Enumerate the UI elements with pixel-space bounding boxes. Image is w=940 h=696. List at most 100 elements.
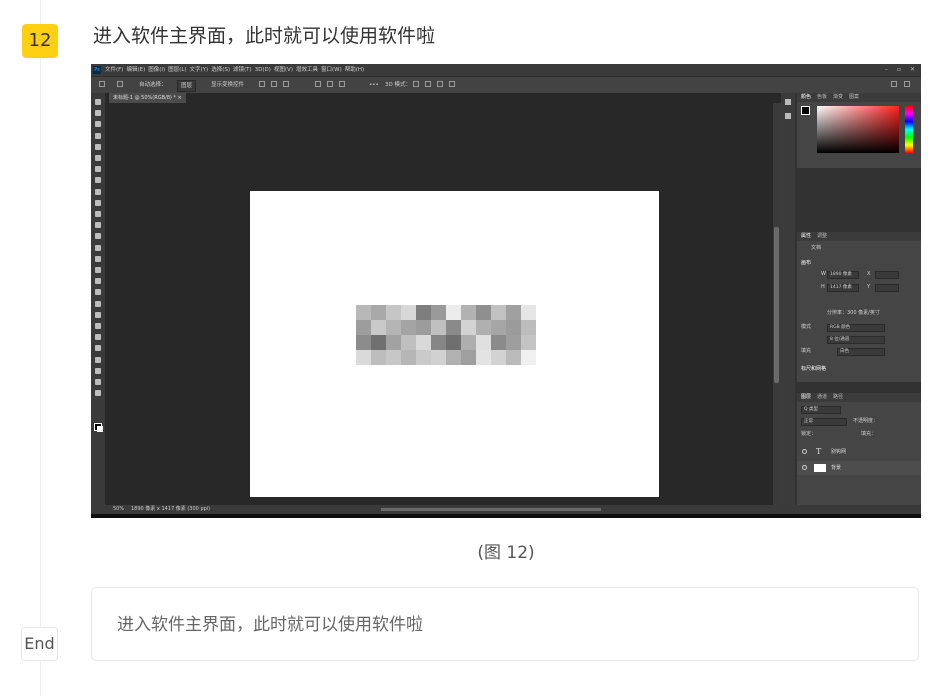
home-icon[interactable] (99, 81, 105, 87)
tool-icon[interactable] (95, 255, 101, 262)
tool-icon[interactable] (95, 121, 101, 128)
mosaic-tile (356, 350, 371, 365)
tool-icon[interactable] (95, 367, 101, 374)
vertical-scroll-thumb[interactable] (774, 227, 779, 383)
panel-tab[interactable]: 通道 (817, 393, 827, 402)
vertical-scrollbar[interactable] (773, 103, 781, 505)
width-field[interactable]: 1890 像素 (827, 271, 859, 279)
menu-item[interactable]: 文件(F) (105, 65, 123, 75)
panel-tab[interactable]: 渐变 (833, 93, 843, 102)
tool-icon[interactable] (95, 267, 101, 273)
panel-tab[interactable]: 颜色 (801, 93, 811, 102)
more-options-icon[interactable]: ••• (369, 80, 379, 90)
menu-item[interactable]: 增效工具 (296, 65, 318, 75)
3d-pan-icon[interactable] (437, 81, 443, 87)
3d-roll-icon[interactable] (425, 81, 431, 87)
mode-dropdown[interactable]: RGB 颜色 (827, 324, 885, 332)
menu-item[interactable]: 图像(I) (148, 65, 165, 75)
move-tool-icon[interactable] (117, 81, 123, 87)
tool-icon[interactable] (95, 379, 101, 385)
tool-icon[interactable] (95, 132, 101, 139)
layer-row-text[interactable]: T 别钩网 (797, 445, 921, 459)
tool-icon[interactable] (95, 177, 101, 184)
menu-item[interactable]: 视图(V) (274, 65, 293, 75)
tool-icon[interactable] (95, 345, 101, 352)
ps-status-bar: 50% 1890 像素 x 1417 像素 (300 ppi) (91, 505, 921, 514)
menu-item[interactable]: 编辑(E) (126, 65, 145, 75)
menu-item[interactable]: 文字(Y) (190, 65, 209, 75)
tool-icon[interactable] (95, 323, 101, 329)
workspace-icon[interactable] (904, 81, 910, 87)
align-middle-icon[interactable] (327, 81, 333, 87)
panel-tab[interactable]: 色板 (817, 93, 827, 102)
mosaic-tile (461, 335, 476, 350)
rulers-section-label[interactable]: 标尺和网格 (801, 366, 826, 373)
menu-item[interactable]: 图层(L) (168, 65, 186, 75)
tool-icon[interactable] (95, 110, 101, 117)
mosaic-tile (476, 350, 491, 365)
tool-icon[interactable] (95, 233, 101, 240)
background-swatch-icon[interactable] (97, 426, 103, 432)
menu-item[interactable]: 窗口(W) (321, 65, 342, 75)
panel-tab[interactable]: 图层 (801, 393, 811, 402)
tool-icon[interactable] (95, 166, 101, 173)
history-icon[interactable] (785, 99, 791, 105)
panel-tab[interactable]: 属性 (801, 232, 811, 241)
tool-icon[interactable] (95, 155, 101, 161)
align-top-icon[interactable] (315, 81, 321, 87)
tool-icon[interactable] (95, 211, 101, 217)
zoom-level[interactable]: 50% (113, 505, 124, 514)
hue-slider[interactable] (905, 106, 913, 153)
horizontal-scroll-thumb[interactable] (381, 508, 601, 511)
layer-filter-dropdown[interactable]: Q 类型 (801, 406, 841, 414)
tool-icon[interactable] (95, 278, 101, 285)
panel-tab[interactable]: 路径 (833, 393, 843, 402)
tool-icon[interactable] (95, 199, 101, 206)
tool-icon[interactable] (95, 300, 101, 307)
blend-mode-dropdown[interactable]: 正常 (801, 418, 847, 426)
align-left-icon[interactable] (259, 81, 265, 87)
tool-icon[interactable] (95, 334, 101, 341)
visibility-eye-icon[interactable] (802, 449, 807, 454)
search-icon[interactable] (891, 81, 897, 87)
align-right-icon[interactable] (283, 81, 289, 87)
menu-item[interactable]: 滤镜(T) (233, 65, 252, 75)
menu-item[interactable]: 选择(S) (211, 65, 230, 75)
auto-select-dropdown[interactable]: 图层 (177, 80, 197, 92)
maximize-icon[interactable]: ▫ (897, 65, 901, 75)
minimize-icon[interactable]: – (885, 65, 888, 75)
tool-icon[interactable] (95, 390, 101, 397)
y-field[interactable] (875, 284, 899, 292)
bit-depth-dropdown[interactable]: 8 位/通道 (827, 336, 885, 344)
document-canvas[interactable] (250, 191, 659, 497)
tool-icon[interactable] (95, 311, 101, 318)
panel-tab[interactable]: 调整 (817, 232, 827, 241)
align-bottom-icon[interactable] (339, 81, 345, 87)
3d-orbit-icon[interactable] (413, 81, 419, 87)
layer-row-background[interactable]: 背景 (797, 461, 921, 475)
tool-icon[interactable] (95, 289, 101, 296)
align-center-icon[interactable] (271, 81, 277, 87)
tool-icon[interactable] (95, 244, 101, 251)
3d-slide-icon[interactable] (449, 81, 455, 87)
menu-item[interactable]: 3D(D) (255, 65, 271, 75)
comment-icon[interactable] (785, 113, 791, 119)
visibility-eye-icon[interactable] (802, 465, 807, 470)
tool-icon[interactable] (95, 188, 101, 195)
panel-tab[interactable]: 图案 (849, 93, 859, 102)
menu-item[interactable]: 帮助(H) (345, 65, 364, 75)
document-tab[interactable]: 未标题-1 @ 50%(RGB/8) * × (109, 93, 186, 103)
tool-icon[interactable] (95, 222, 101, 229)
mosaic-tile (401, 335, 416, 350)
x-field[interactable] (875, 271, 899, 279)
color-picker-field[interactable] (817, 106, 899, 153)
tool-icon[interactable] (95, 356, 101, 363)
show-transform-label[interactable]: 显示变换控件 (211, 80, 244, 90)
tool-icon[interactable] (95, 99, 101, 105)
foreground-color-swatch[interactable] (801, 106, 810, 115)
tool-icon[interactable] (95, 143, 101, 150)
fill-dropdown[interactable]: 白色 (837, 348, 885, 356)
close-icon[interactable]: ✕ (910, 65, 915, 75)
canvas-area[interactable] (105, 103, 773, 505)
height-field[interactable]: 1417 像素 (827, 284, 859, 292)
